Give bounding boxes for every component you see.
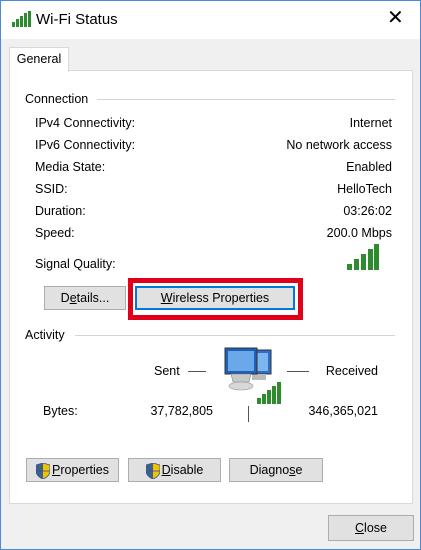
- window-title: Wi-Fi Status: [36, 11, 118, 28]
- bytes-divider: [248, 406, 249, 422]
- media-state-label: Media State:: [35, 160, 106, 174]
- disable-label-rest: isable: [170, 463, 204, 477]
- close-label-accel: C: [355, 521, 365, 535]
- details-label-prefix: D: [60, 291, 70, 305]
- bytes-sent-value: 37,782,805: [150, 404, 213, 418]
- signal-quality-label: Signal Quality:: [35, 257, 116, 271]
- sent-dash: [188, 371, 206, 372]
- ipv6-value: No network access: [286, 138, 392, 152]
- close-button[interactable]: Close: [328, 515, 414, 541]
- title-bar: Wi-Fi Status ✕: [1, 1, 420, 39]
- disable-button[interactable]: Disable: [128, 458, 221, 482]
- properties-button[interactable]: Properties: [26, 458, 119, 482]
- activity-divider: [75, 335, 395, 336]
- details-button[interactable]: Details...: [44, 286, 126, 310]
- diagnose-label-rest: e: [295, 463, 303, 477]
- speed-label: Speed:: [35, 226, 75, 240]
- received-dash: [287, 371, 309, 372]
- wifi-status-window: Wi-Fi Status ✕ General Connection IPv4 C…: [0, 0, 421, 550]
- connection-divider: [97, 99, 395, 100]
- tab-general[interactable]: General: [9, 47, 69, 72]
- ipv4-label: IPv4 Connectivity:: [35, 116, 136, 130]
- wifi-signal-icon: [12, 11, 31, 27]
- duration-value: 03:26:02: [343, 204, 392, 218]
- bytes-received-value: 346,365,021: [308, 404, 378, 418]
- signal-strength-icon: [347, 244, 379, 270]
- highlight-box: [128, 278, 303, 320]
- properties-label-rest: roperties: [60, 463, 109, 477]
- details-label-accel: e: [69, 291, 77, 305]
- close-icon[interactable]: ✕: [387, 8, 404, 28]
- sent-label: Sent: [154, 364, 180, 378]
- speed-value: 200.0 Mbps: [326, 226, 392, 240]
- received-label: Received: [325, 364, 378, 378]
- diagnose-button[interactable]: Diagnose: [229, 458, 323, 482]
- bytes-label: Bytes:: [43, 404, 78, 418]
- ipv4-value: Internet: [349, 116, 392, 130]
- ssid-label: SSID:: [35, 182, 68, 196]
- network-computers-icon: [224, 347, 281, 404]
- diagnose-label-prefix: Diagno: [249, 463, 290, 477]
- uac-shield-icon: [36, 462, 50, 479]
- activity-group-title: Activity: [25, 328, 65, 342]
- ipv6-label: IPv6 Connectivity:: [35, 138, 136, 152]
- duration-label: Duration:: [35, 204, 86, 218]
- uac-shield-icon: [145, 462, 160, 479]
- details-label-rest: tails...: [76, 291, 110, 305]
- close-label-rest: lose: [364, 521, 387, 535]
- connection-group-title: Connection: [25, 92, 89, 106]
- media-state-value: Enabled: [346, 160, 392, 174]
- disable-label-accel: D: [161, 463, 171, 477]
- ssid-value: HelloTech: [337, 182, 392, 196]
